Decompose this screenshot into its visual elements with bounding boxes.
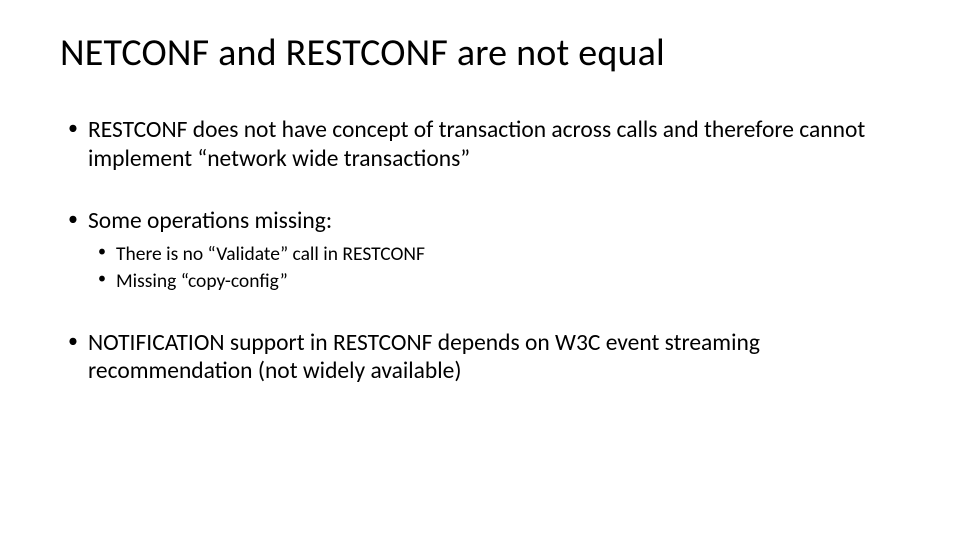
bullet-item: NOTIFICATION support in RESTCONF depends… <box>60 329 900 386</box>
slide: NETCONF and RESTCONF are not equal RESTC… <box>0 0 960 540</box>
sub-bullet-text: Missing “copy-config” <box>116 269 288 293</box>
bullet-list: RESTCONF does not have concept of transa… <box>60 116 900 386</box>
bullet-text: Some operations missing: <box>88 207 332 235</box>
bullet-text: RESTCONF does not have concept of transa… <box>88 116 865 173</box>
bullet-text: NOTIFICATION support in RESTCONF depends… <box>88 329 760 386</box>
sub-bullet-list: There is no “Validate” call in RESTCONF … <box>88 242 900 295</box>
sub-bullet-item: There is no “Validate” call in RESTCONF <box>88 242 900 267</box>
sub-bullet-text: There is no “Validate” call in RESTCONF <box>116 242 425 266</box>
bullet-item: RESTCONF does not have concept of transa… <box>60 116 900 173</box>
slide-title: NETCONF and RESTCONF are not equal <box>60 30 900 76</box>
bullet-item: Some operations missing: There is no “Va… <box>60 207 900 294</box>
sub-bullet-item: Missing “copy-config” <box>88 269 900 294</box>
